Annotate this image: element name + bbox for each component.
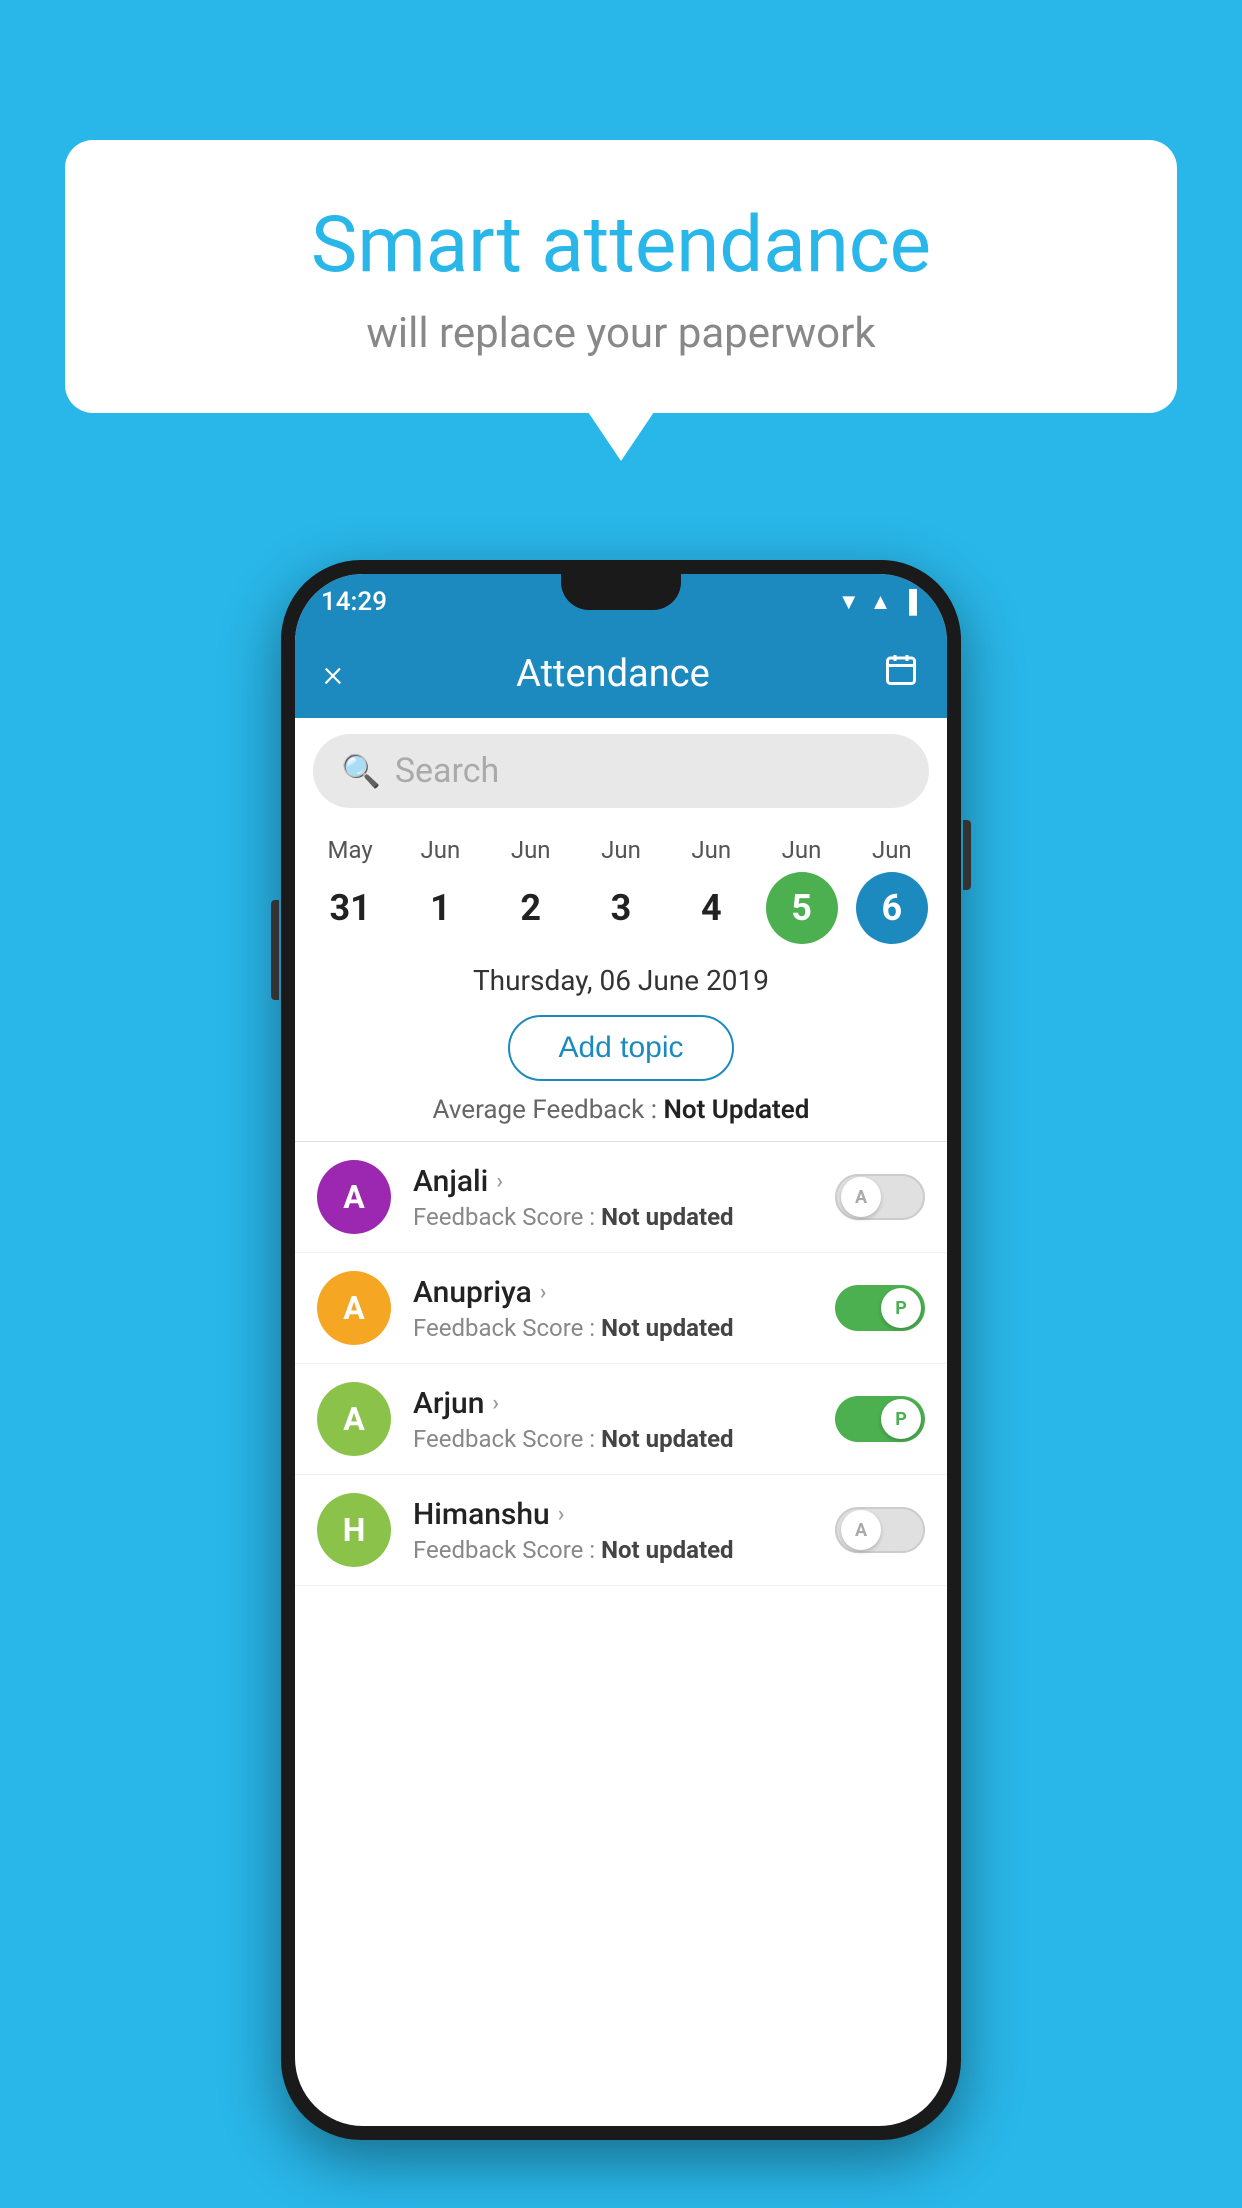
chevron-right-icon: › <box>540 1280 547 1305</box>
student-name: Arjun › <box>413 1386 823 1421</box>
student-list: AAnjali ›Feedback Score : Not updatedAAA… <box>295 1142 947 1586</box>
calendar-date[interactable]: 1 <box>404 872 476 944</box>
chevron-right-icon: › <box>496 1169 503 1194</box>
calendar-day[interactable]: Jun 2 <box>491 836 571 944</box>
header-title: Attendance <box>516 652 710 696</box>
calendar-date[interactable]: 2 <box>495 872 567 944</box>
student-score: Feedback Score : Not updated <box>413 1425 823 1453</box>
chevron-right-icon: › <box>492 1391 499 1416</box>
bubble-title: Smart attendance <box>135 200 1107 291</box>
student-score: Feedback Score : Not updated <box>413 1203 823 1231</box>
chevron-right-icon: › <box>558 1502 565 1527</box>
student-score: Feedback Score : Not updated <box>413 1314 823 1342</box>
calendar-month-label: Jun <box>511 836 551 864</box>
student-info: Anjali › Feedback Score : Not updated <box>413 1164 823 1231</box>
wifi-icon: ▼ <box>838 589 860 615</box>
attendance-toggle[interactable]: P <box>835 1396 925 1442</box>
calendar-icon[interactable] <box>883 652 919 696</box>
status-icons: ▼ ▲ ▐ <box>838 589 917 615</box>
calendar-month-label: Jun <box>782 836 822 864</box>
phone-screen: 14:29 ▼ ▲ ▐ × Attendance 🔍 Se <box>295 574 947 2126</box>
calendar-date[interactable]: 5 <box>766 872 838 944</box>
avg-feedback: Average Feedback : Not Updated <box>295 1095 947 1141</box>
avatar: A <box>317 1271 391 1345</box>
calendar-date[interactable]: 4 <box>675 872 747 944</box>
calendar-month-label: Jun <box>601 836 641 864</box>
status-time: 14:29 <box>321 587 387 617</box>
avg-feedback-label: Average Feedback : <box>433 1095 657 1125</box>
attendance-toggle[interactable]: A <box>835 1507 925 1553</box>
calendar-day[interactable]: Jun 1 <box>400 836 480 944</box>
power-button <box>963 820 971 890</box>
search-icon: 🔍 <box>341 752 381 790</box>
calendar-day[interactable]: Jun 3 <box>581 836 661 944</box>
student-info: Arjun › Feedback Score : Not updated <box>413 1386 823 1453</box>
list-item[interactable]: H Himanshu › Feedback Score : Not updated A <box>295 1475 947 1586</box>
calendar-day[interactable]: Jun 5 <box>762 836 842 944</box>
avatar: A <box>317 1382 391 1456</box>
bubble-subtitle: will replace your paperwork <box>135 309 1107 358</box>
student-name: Anjali › <box>413 1164 823 1199</box>
search-input[interactable]: Search <box>395 751 499 791</box>
calendar-date[interactable]: 3 <box>585 872 657 944</box>
speech-bubble-container: Smart attendance will replace your paper… <box>65 140 1177 413</box>
app-header: × Attendance <box>295 630 947 718</box>
close-button[interactable]: × <box>323 652 343 696</box>
list-item[interactable]: A Anjali › Feedback Score : Not updated A <box>295 1142 947 1253</box>
volume-button <box>271 900 279 1000</box>
phone-notch <box>561 574 681 610</box>
signal-icon: ▲ <box>870 589 892 615</box>
calendar-date[interactable]: 6 <box>856 872 928 944</box>
student-info: Himanshu › Feedback Score : Not updated <box>413 1497 823 1564</box>
student-name: Anupriya › <box>413 1275 823 1310</box>
calendar-day[interactable]: Jun 6 <box>852 836 932 944</box>
calendar-month-label: May <box>328 836 373 864</box>
calendar-month-label: Jun <box>872 836 912 864</box>
attendance-toggle[interactable]: P <box>835 1285 925 1331</box>
calendar-row: May 31 Jun 1 Jun 2 Jun 3 Jun 4 Jun 5 Jun 6 <box>295 824 947 944</box>
selected-date: Thursday, 06 June 2019 <box>295 944 947 1007</box>
student-info: Anupriya › Feedback Score : Not updated <box>413 1275 823 1342</box>
avatar: A <box>317 1160 391 1234</box>
speech-bubble: Smart attendance will replace your paper… <box>65 140 1177 413</box>
search-bar[interactable]: 🔍 Search <box>313 734 929 808</box>
calendar-month-label: Jun <box>421 836 461 864</box>
battery-icon: ▐ <box>901 589 917 615</box>
student-name: Himanshu › <box>413 1497 823 1532</box>
calendar-month-label: Jun <box>691 836 731 864</box>
student-score: Feedback Score : Not updated <box>413 1536 823 1564</box>
calendar-day[interactable]: May 31 <box>310 836 390 944</box>
list-item[interactable]: A Arjun › Feedback Score : Not updated P <box>295 1364 947 1475</box>
calendar-day[interactable]: Jun 4 <box>671 836 751 944</box>
phone-frame: 14:29 ▼ ▲ ▐ × Attendance 🔍 Se <box>281 560 961 2140</box>
add-topic-button[interactable]: Add topic <box>508 1015 733 1081</box>
avatar: H <box>317 1493 391 1567</box>
calendar-date[interactable]: 31 <box>314 872 386 944</box>
list-item[interactable]: A Anupriya › Feedback Score : Not updated P <box>295 1253 947 1364</box>
attendance-toggle[interactable]: A <box>835 1174 925 1220</box>
avg-feedback-value: Not Updated <box>663 1095 809 1125</box>
